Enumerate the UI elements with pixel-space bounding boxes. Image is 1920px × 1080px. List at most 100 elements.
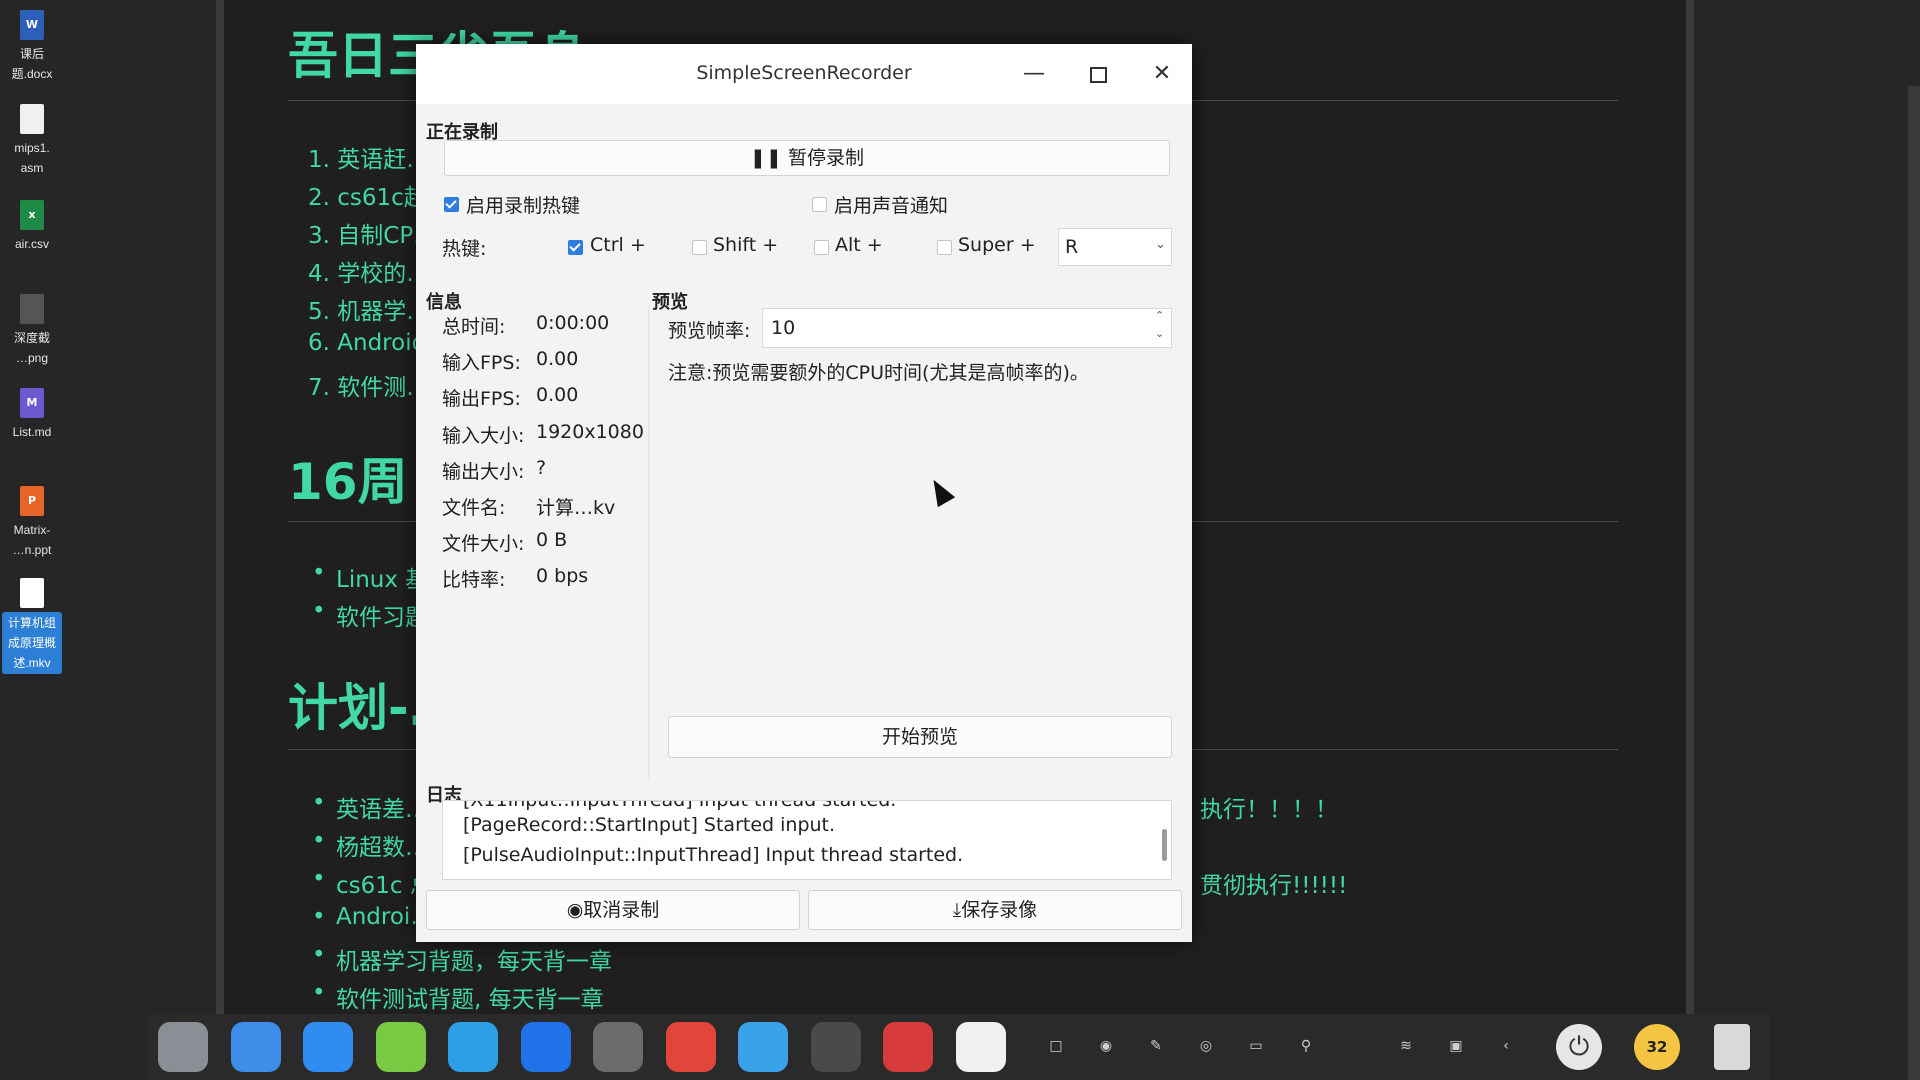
settings-icon[interactable]: [593, 1022, 643, 1072]
desktop-file-image[interactable]: 深度截 …png: [2, 292, 62, 368]
shift-label: Shift +: [713, 234, 779, 256]
text-file-icon: [20, 104, 44, 134]
log-area[interactable]: [X11Input::InputThread] Input thread sta…: [442, 800, 1172, 880]
desktop-file-label: air.csv: [14, 237, 49, 251]
tray-icon[interactable]: ‹: [1496, 1038, 1516, 1054]
tray-icon[interactable]: ▭: [1246, 1038, 1266, 1054]
desktop-file-label: 课后 题.docx: [11, 47, 53, 81]
desktop-file-word[interactable]: W 课后 题.docx: [2, 8, 62, 84]
recorder-dialog: SimpleScreenRecorder — ✕ 正在录制 ❚❚ 暂停录制 启用…: [416, 44, 1192, 942]
power-icon: ⏻: [1568, 1032, 1590, 1062]
shift-checkbox[interactable]: [692, 240, 707, 255]
desktop-file-label: 计算机组 成原理概 述.mkv: [2, 612, 62, 674]
clock-widget[interactable]: 32: [1634, 1024, 1680, 1070]
download-icon: ⤓: [952, 899, 962, 921]
desktop-right-area: [1694, 0, 1920, 1080]
desktop-file-text[interactable]: mips1. asm: [2, 102, 62, 178]
window-title: SimpleScreenRecorder: [696, 62, 912, 84]
log-line: [PulseAudioInput::InputThread] Input thr…: [463, 844, 964, 866]
title-bar[interactable]: SimpleScreenRecorder — ✕: [416, 44, 1192, 104]
bullet-icon: •: [312, 560, 326, 586]
save-recording-button[interactable]: ⤓保存录像: [808, 890, 1182, 930]
bullet-icon: •: [312, 866, 326, 892]
desktop-scrollbar[interactable]: [1908, 86, 1920, 1080]
video-camera-icon[interactable]: [955, 1022, 1006, 1072]
maximize-button[interactable]: [1080, 58, 1116, 90]
music-icon[interactable]: [375, 1022, 426, 1072]
info-value: 0 B: [536, 529, 568, 552]
browser-icon[interactable]: [448, 1022, 498, 1072]
screenshot-icon[interactable]: [738, 1022, 788, 1072]
doc-list-item: 5. 机器学…: [308, 299, 430, 325]
desktop-file-ppt[interactable]: P Matrix- …n.ppt: [2, 484, 62, 560]
doc-list-item: 英语差…: [336, 797, 428, 823]
desktop-file-label: List.md: [12, 425, 52, 439]
doc-list-item: 机器学习背题，每天背一章: [336, 949, 612, 975]
sogou-icon[interactable]: [520, 1022, 571, 1072]
bullet-icon: •: [312, 942, 326, 968]
key-select[interactable]: R ⌄: [1058, 228, 1172, 266]
hotkey-label: 热键:: [442, 238, 487, 260]
info-section-title: 信息: [426, 292, 462, 313]
pause-recording-label: 暂停录制: [787, 147, 864, 169]
sound-notify-checkbox[interactable]: [812, 197, 827, 212]
tray-icon[interactable]: ✎: [1146, 1038, 1166, 1054]
clock-value: 32: [1646, 1038, 1668, 1056]
doc-list-item: 1. 英语赶…: [308, 147, 430, 173]
desktop-file-video[interactable]: 计算机组 成原理概 述.mkv: [2, 576, 62, 674]
doc-list-item: 7. 软件测…: [308, 375, 430, 401]
info-label: 文件名:: [442, 497, 506, 519]
minimize-button[interactable]: —: [1016, 58, 1052, 90]
desktop-file-markdown[interactable]: M List.md: [2, 386, 62, 442]
start-preview-button[interactable]: 开始预览: [668, 716, 1172, 758]
tray-icon[interactable]: □: [1046, 1038, 1066, 1054]
info-label: 输入大小:: [442, 424, 525, 447]
doc-list-item: 4. 学校的…: [308, 261, 430, 287]
bullet-icon: •: [312, 904, 326, 930]
enable-hotkey-checkbox[interactable]: [444, 197, 459, 212]
monitor-icon[interactable]: [810, 1022, 861, 1072]
alt-label: Alt +: [835, 234, 883, 256]
tray-icon[interactable]: ≋: [1396, 1038, 1416, 1054]
power-button[interactable]: ⏻: [1556, 1024, 1602, 1070]
preview-rate-spinbox[interactable]: 10 ⌃ ⌄: [762, 308, 1172, 348]
launcher-icon[interactable]: [158, 1022, 208, 1072]
desktop-file-csv[interactable]: x air.csv: [2, 198, 62, 254]
spin-down-icon[interactable]: ⌄: [1155, 327, 1164, 340]
log-scrollbar[interactable]: [1162, 829, 1167, 861]
key-select-value: R: [1065, 236, 1079, 258]
desktop-file-label: mips1. asm: [14, 141, 50, 175]
tray-icon[interactable]: ⚲: [1296, 1038, 1316, 1054]
close-icon: ✕: [1152, 61, 1172, 86]
app-store-icon[interactable]: [303, 1022, 353, 1072]
info-label: 输入FPS:: [442, 352, 521, 375]
tray-icon[interactable]: ▣: [1446, 1038, 1466, 1054]
save-recording-label: 保存录像: [961, 899, 1038, 921]
file-manager-icon[interactable]: [230, 1022, 281, 1072]
close-button[interactable]: ✕: [1144, 58, 1180, 90]
preview-note: 注意:预览需要额外的CPU时间(尤其是高帧率的)。: [668, 362, 1089, 384]
video-file-icon: [20, 578, 44, 608]
spin-up-icon[interactable]: ⌃: [1155, 309, 1164, 322]
minimize-icon: —: [1023, 61, 1045, 86]
info-label: 输出FPS:: [442, 388, 521, 411]
sound-notify-label: 启用声音通知: [834, 195, 949, 217]
word-file-icon: W: [20, 10, 44, 40]
ctrl-checkbox[interactable]: [568, 240, 583, 255]
csv-file-icon: x: [20, 200, 44, 230]
tray-icon[interactable]: ◉: [1096, 1038, 1116, 1054]
super-checkbox[interactable]: [937, 240, 952, 255]
doc-list-item: 杨超数…: [336, 835, 428, 861]
info-value: 1920x1080: [536, 420, 644, 443]
info-value: 0 bps: [536, 565, 589, 588]
info-value: 计算…kv: [536, 497, 616, 519]
tray-icon[interactable]: ◎: [1196, 1038, 1216, 1054]
cancel-recording-button[interactable]: ◉取消录制: [426, 890, 800, 930]
xmind-icon[interactable]: [883, 1022, 933, 1072]
alt-checkbox[interactable]: [814, 240, 829, 255]
trash-icon[interactable]: [1714, 1024, 1750, 1070]
bullet-icon: •: [312, 598, 326, 624]
pause-recording-button[interactable]: ❚❚ 暂停录制: [444, 140, 1170, 176]
chrome-icon[interactable]: [665, 1022, 716, 1072]
preview-rate-value: 10: [771, 317, 796, 339]
